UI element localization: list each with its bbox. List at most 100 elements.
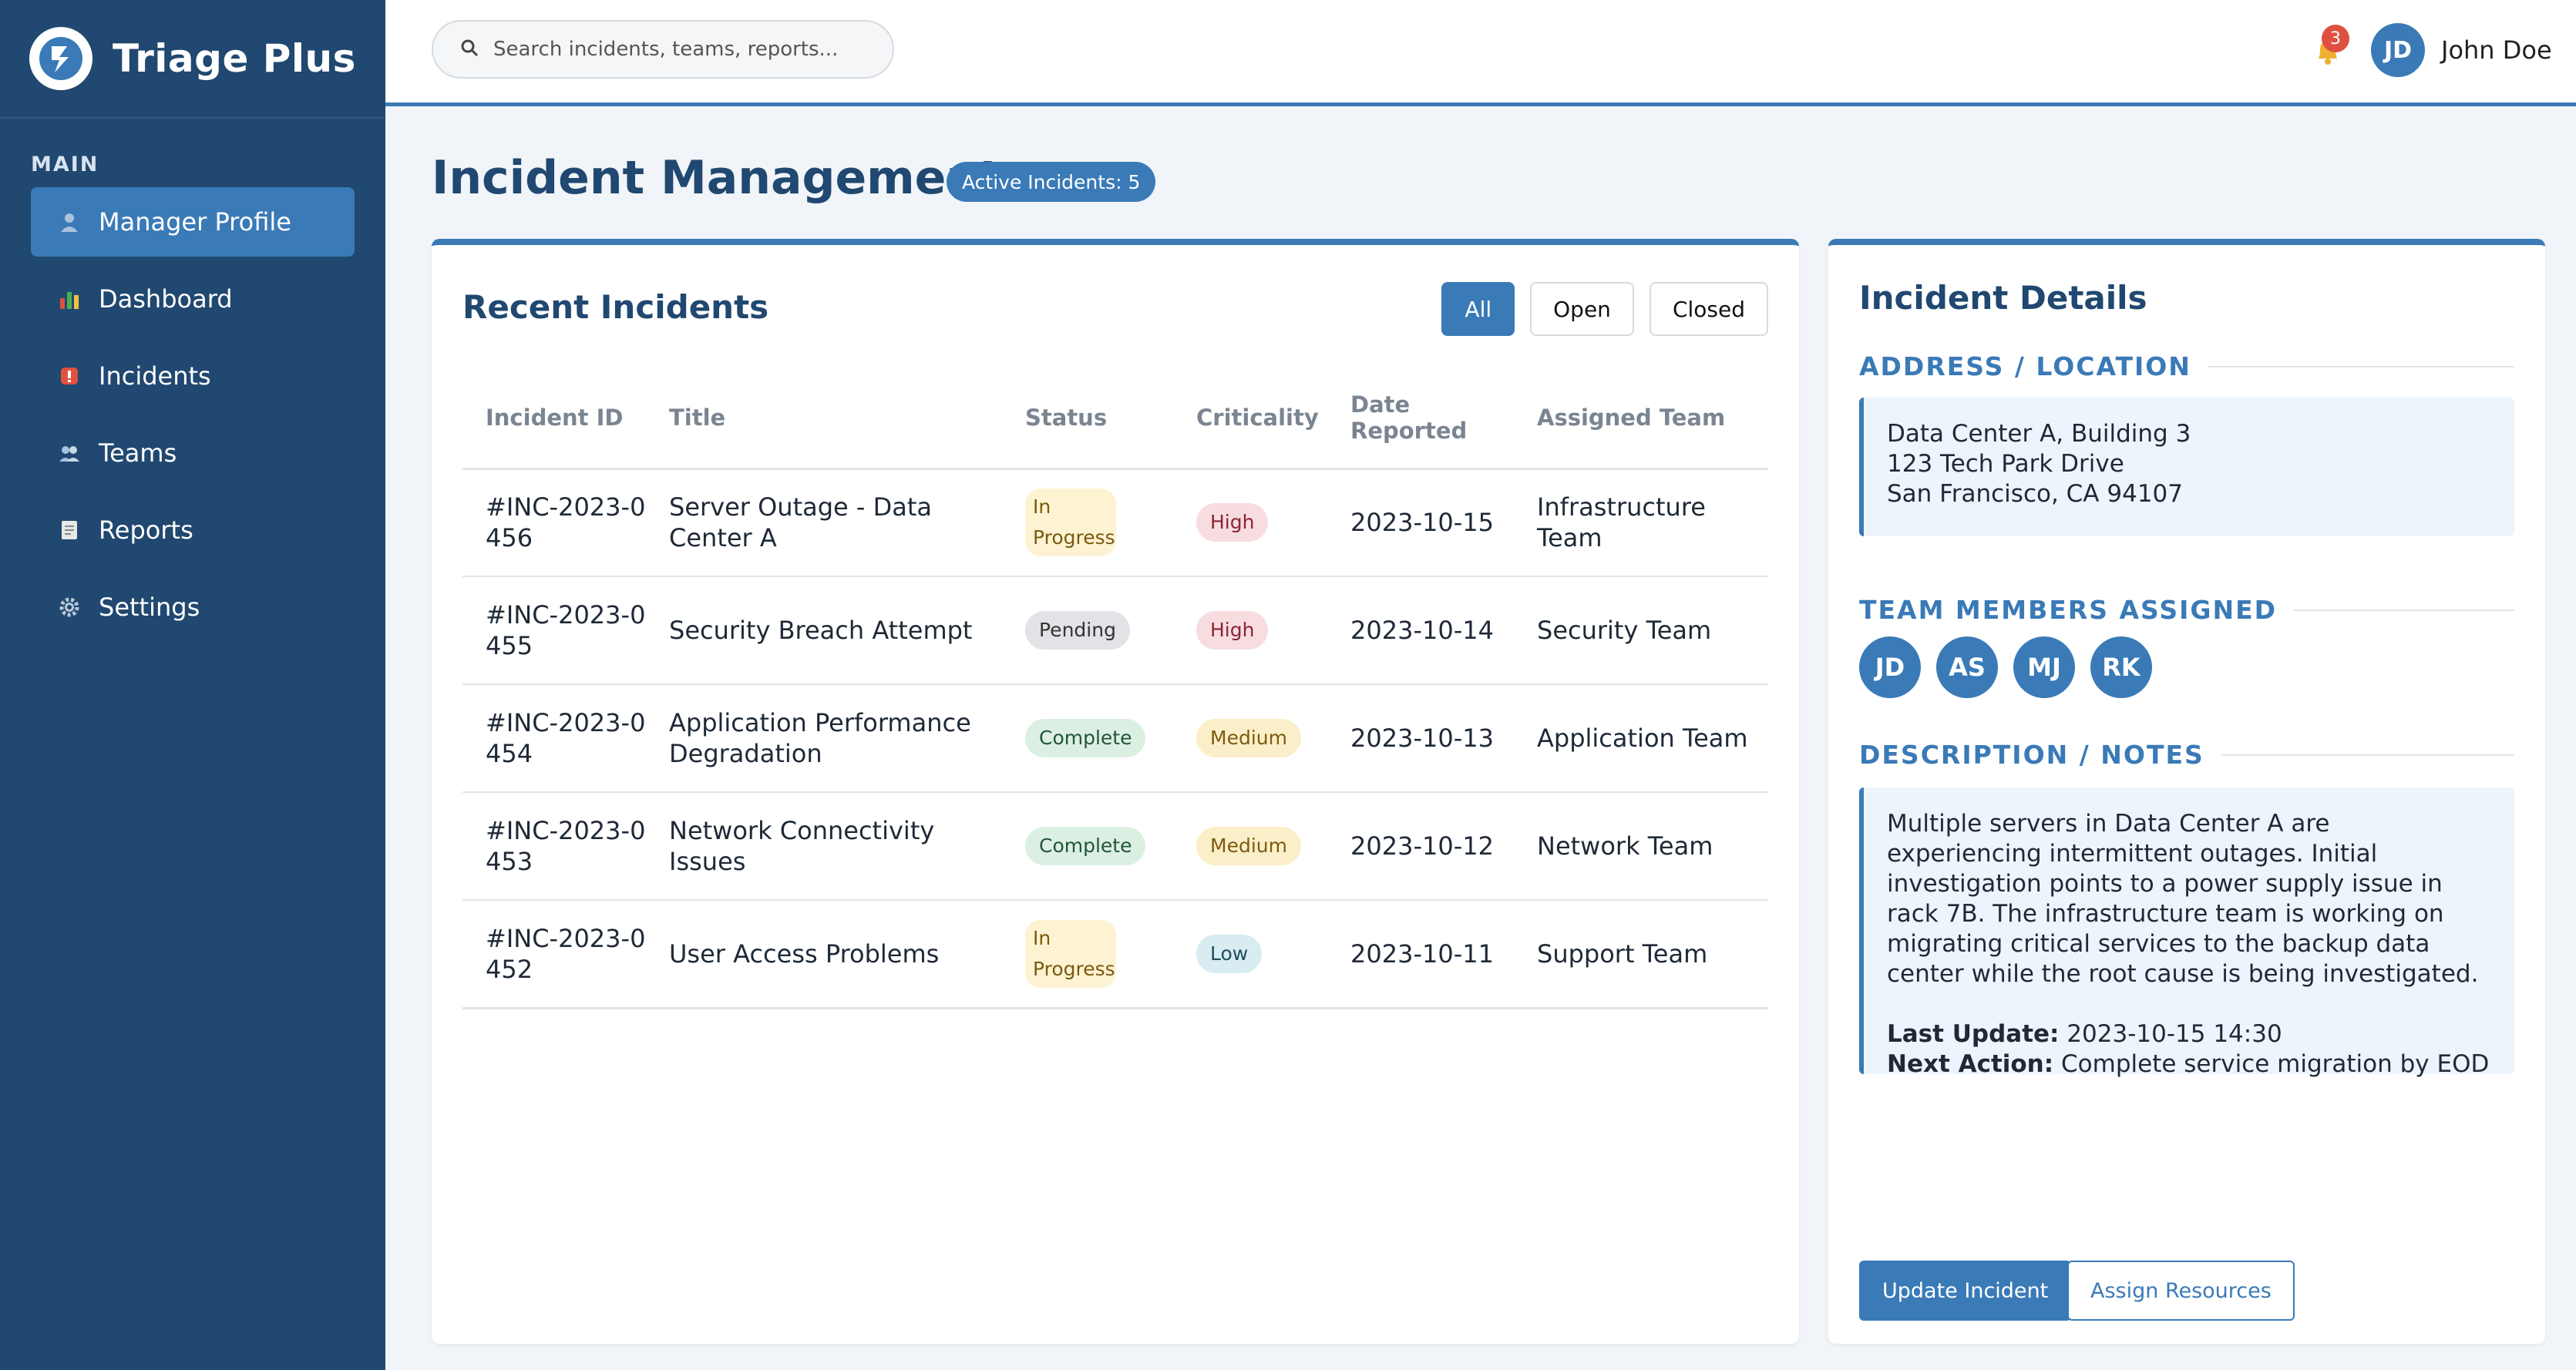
status-badge: Complete xyxy=(1025,827,1146,865)
criticality-badge: Medium xyxy=(1196,719,1301,757)
column-header-incident-id[interactable]: Incident ID xyxy=(462,368,661,470)
address-box: Data Center A, Building 3 123 Tech Park … xyxy=(1859,398,2514,536)
sidebar-item-label: Teams xyxy=(99,438,177,468)
top-bar: 3 JD John Doe xyxy=(385,0,2576,106)
app-name: Triage Plus xyxy=(113,36,356,81)
status-badge: Complete xyxy=(1025,719,1146,757)
incident-title: Server Outage - Data Center A xyxy=(661,468,1017,577)
chart-icon xyxy=(57,287,82,311)
criticality-cell: Medium xyxy=(1189,792,1343,901)
user-avatar[interactable]: JD xyxy=(2371,23,2425,77)
recent-incidents-title: Recent Incidents xyxy=(462,288,769,326)
criticality-cell: High xyxy=(1189,576,1343,685)
table-row[interactable]: #INC-2023-0453 Network Connectivity Issu… xyxy=(462,792,1768,901)
criticality-badge: Low xyxy=(1196,934,1263,973)
criticality-cell: High xyxy=(1189,468,1343,577)
incident-id: #INC-2023-0454 xyxy=(462,684,661,793)
logo-icon xyxy=(29,27,92,90)
incident-title: Application Performance Degradation xyxy=(661,684,1017,793)
search-icon xyxy=(459,38,479,61)
incident-team: Support Team xyxy=(1529,900,1768,1009)
sidebar-item-manager-profile[interactable]: Manager Profile xyxy=(31,187,355,257)
criticality-cell: Medium xyxy=(1189,684,1343,793)
table-row[interactable]: #INC-2023-0456 Server Outage - Data Cent… xyxy=(462,468,1768,577)
search-box[interactable] xyxy=(432,20,894,79)
column-header-title[interactable]: Title xyxy=(661,368,1017,470)
incident-team: Application Team xyxy=(1529,684,1768,793)
divider xyxy=(2208,365,2514,368)
incident-date: 2023-10-14 xyxy=(1343,576,1529,685)
next-action-line: Next Action: Complete service migration … xyxy=(1887,1049,2491,1080)
sidebar-item-label: Dashboard xyxy=(99,284,233,314)
column-header-status[interactable]: Status xyxy=(1017,368,1189,470)
active-incidents-badge: Active Incidents: 5 xyxy=(947,162,1156,202)
team-section-heading: TEAM MEMBERS ASSIGNED xyxy=(1859,595,2514,625)
sidebar-item-teams[interactable]: Teams xyxy=(31,418,355,488)
assign-resources-button[interactable]: Assign Resources xyxy=(2067,1261,2295,1321)
sidebar-item-label: Manager Profile xyxy=(99,207,291,237)
address-section-heading: ADDRESS / LOCATION xyxy=(1859,351,2514,381)
notes-heading: DESCRIPTION / NOTES xyxy=(1859,740,2204,770)
filter-group: All Open Closed xyxy=(1441,282,1768,336)
address-line: 123 Tech Park Drive xyxy=(1887,450,2124,478)
incident-details-title: Incident Details xyxy=(1859,279,2147,317)
sidebar-item-label: Reports xyxy=(99,515,193,545)
status-cell: Complete xyxy=(1017,684,1189,793)
divider xyxy=(2294,609,2514,611)
recent-incidents-card: Recent Incidents All Open Closed Inciden… xyxy=(432,239,1799,1344)
notes-section-heading: DESCRIPTION / NOTES xyxy=(1859,740,2514,770)
last-update-value: 2023-10-15 14:30 xyxy=(2067,1020,2282,1048)
column-header-date-reported[interactable]: Date Reported xyxy=(1343,368,1529,470)
team-icon xyxy=(57,441,82,465)
table-row[interactable]: #INC-2023-0452 User Access Problems In P… xyxy=(462,900,1768,1009)
incident-id: #INC-2023-0456 xyxy=(462,468,661,577)
status-badge: In Progress xyxy=(1025,919,1116,988)
next-action-label: Next Action: xyxy=(1887,1050,2054,1078)
column-header-assigned-team[interactable]: Assigned Team xyxy=(1529,368,1768,470)
status-badge: Pending xyxy=(1025,611,1130,650)
last-update-label: Last Update: xyxy=(1887,1020,2060,1048)
incidents-table: Incident ID Title Status Criticality Dat… xyxy=(462,368,1768,1009)
criticality-badge: Medium xyxy=(1196,827,1301,865)
status-badge: In Progress xyxy=(1025,489,1116,557)
sidebar-item-incidents[interactable]: Incidents xyxy=(31,341,355,411)
address-line: Data Center A, Building 3 xyxy=(1887,420,2191,448)
table-row[interactable]: #INC-2023-0455 Security Breach Attempt P… xyxy=(462,576,1768,685)
sidebar-item-label: Incidents xyxy=(99,361,211,391)
incident-title: Security Breach Attempt xyxy=(661,576,1017,685)
incident-id: #INC-2023-0452 xyxy=(462,900,661,1009)
update-incident-button[interactable]: Update Incident xyxy=(1859,1261,2072,1321)
criticality-badge: High xyxy=(1196,611,1269,650)
filter-all-button[interactable]: All xyxy=(1441,282,1515,336)
table-row[interactable]: #INC-2023-0454 Application Performance D… xyxy=(462,684,1768,793)
filter-closed-button[interactable]: Closed xyxy=(1649,282,1768,336)
incident-team: Network Team xyxy=(1529,792,1768,901)
incident-details-card: Incident Details ADDRESS / LOCATION Data… xyxy=(1828,239,2545,1344)
status-cell: In Progress xyxy=(1017,468,1189,577)
divider xyxy=(2221,754,2514,756)
avatar[interactable]: JD xyxy=(1859,636,1921,698)
column-header-criticality[interactable]: Criticality xyxy=(1189,368,1343,470)
sidebar-item-dashboard[interactable]: Dashboard xyxy=(31,264,355,334)
search-input[interactable] xyxy=(493,38,863,61)
status-cell: In Progress xyxy=(1017,900,1189,1009)
sidebar-item-settings[interactable]: Settings xyxy=(31,573,355,642)
team-members: JD AS MJ RK xyxy=(1859,636,2152,698)
incident-id: #INC-2023-0453 xyxy=(462,792,661,901)
table-header-row: Incident ID Title Status Criticality Dat… xyxy=(462,368,1768,470)
report-icon xyxy=(57,518,82,542)
filter-open-button[interactable]: Open xyxy=(1530,282,1634,336)
sidebar-item-label: Settings xyxy=(99,593,200,622)
sidebar-item-reports[interactable]: Reports xyxy=(31,495,355,565)
avatar[interactable]: RK xyxy=(2090,636,2152,698)
next-action-value: Complete service migration by EOD xyxy=(2061,1050,2490,1078)
gear-icon xyxy=(57,595,82,620)
avatar[interactable]: MJ xyxy=(2013,636,2075,698)
date-header-label: Date Reported xyxy=(1350,391,1468,445)
brand[interactable]: Triage Plus xyxy=(0,0,385,119)
user-name[interactable]: John Doe xyxy=(2441,35,2552,65)
incident-id: #INC-2023-0455 xyxy=(462,576,661,685)
avatar[interactable]: AS xyxy=(1936,636,1998,698)
status-cell: Complete xyxy=(1017,792,1189,901)
address-heading: ADDRESS / LOCATION xyxy=(1859,351,2191,381)
